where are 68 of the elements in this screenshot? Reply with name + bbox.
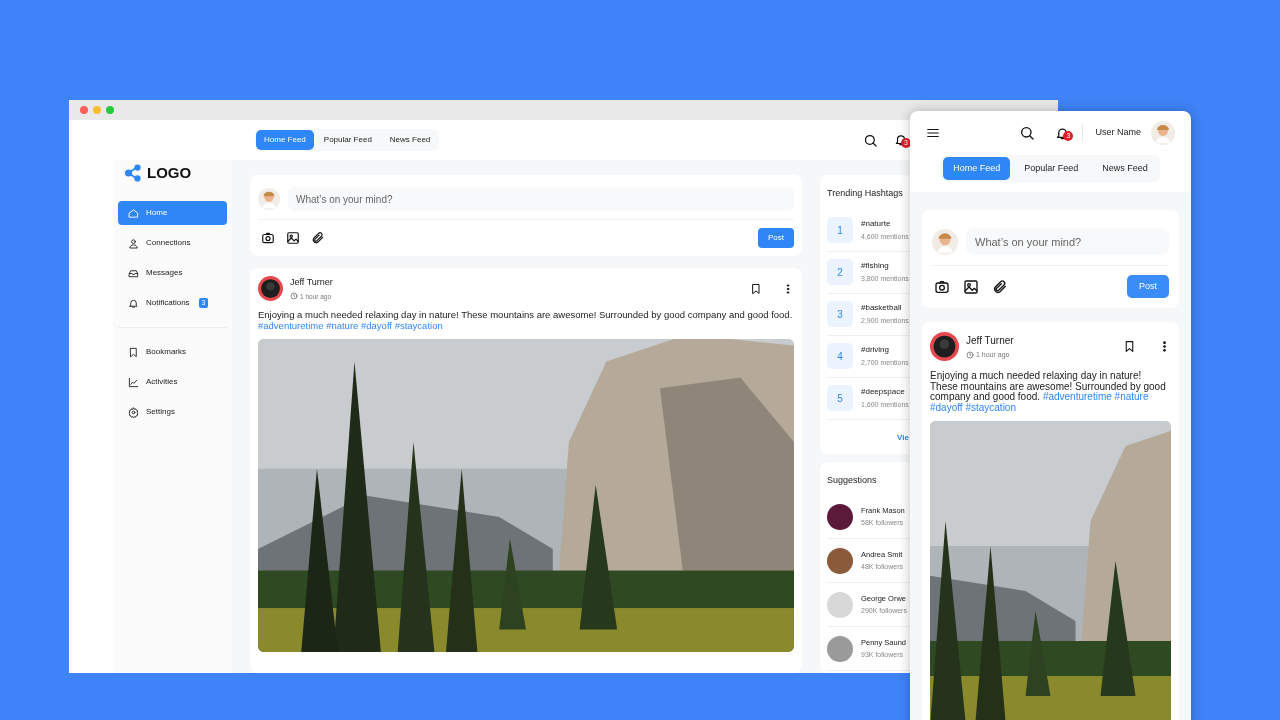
settings-icon (128, 406, 139, 418)
paperclip-icon (992, 278, 1008, 295)
line-chart-icon (128, 376, 139, 388)
rank-badge: 2 (827, 259, 853, 285)
user-name: User Name (1095, 126, 1141, 140)
bookmark-icon (128, 346, 139, 358)
hashtag-link[interactable]: #dayoff (930, 401, 963, 413)
user-avatar (1151, 121, 1175, 145)
rank-badge: 3 (827, 301, 853, 327)
search-icon (1019, 125, 1036, 141)
view-all-link[interactable]: Vie (897, 431, 909, 444)
hashtag-link[interactable]: #dayoff (361, 320, 392, 332)
hashtag-link[interactable]: #nature (1114, 391, 1149, 402)
hashtag-link[interactable]: #adventuretime (1042, 391, 1112, 402)
nav-item[interactable]: Bookmarks (118, 340, 227, 364)
feed-tab[interactable]: News Feed (381, 130, 439, 150)
hashtag-link[interactable]: #naturte (861, 217, 909, 230)
post-button[interactable]: Post (758, 228, 794, 248)
clock-icon (966, 351, 974, 359)
paperclip-icon (311, 231, 325, 245)
image-icon (963, 278, 979, 295)
hashtag-link[interactable]: #nature (326, 320, 359, 332)
logo-text: LOGO (147, 162, 192, 183)
nav-item[interactable]: Home (118, 201, 227, 225)
author-avatar (258, 276, 283, 302)
feed-tab[interactable]: Popular Feed (315, 130, 380, 150)
hashtag-link[interactable]: #staycation (965, 401, 1016, 413)
post-input[interactable]: What’s on your mind? (288, 187, 794, 211)
hashtag-link[interactable]: #driving (861, 343, 909, 356)
post-text: Enjoying a much needed relaxing day in nature! These mountains are awesome! Surrounded by good company and good food. #adventuretime #nature #dayoff #staycation (258, 309, 794, 332)
image-icon (286, 231, 300, 245)
hashtag-link[interactable]: #basketball (861, 301, 909, 314)
camera-icon (261, 231, 275, 245)
clock-icon (290, 292, 298, 301)
post-input[interactable]: What’s on your mind? (966, 228, 1169, 255)
bell-icon (128, 297, 139, 309)
camera-icon (934, 278, 950, 295)
feed-tab[interactable]: News Feed (1092, 157, 1158, 180)
nav-item[interactable]: Activities (118, 370, 227, 394)
bookmark-icon (750, 282, 762, 295)
nav-item[interactable]: Messages (118, 261, 227, 285)
bookmark-icon (1123, 340, 1136, 353)
hashtag-link[interactable]: #fishing (861, 259, 909, 272)
logo-icon (123, 164, 143, 182)
nav-item[interactable]: Settings (118, 400, 227, 424)
rank-badge: 5 (827, 385, 853, 411)
inbox-icon (128, 267, 139, 279)
search-icon (863, 132, 878, 148)
post-text: Enjoying a much needed relaxing day in nature! These mountains are awesome! Surrounded by good company and good food. #adventuretime #nature #dayoff #staycation (930, 371, 1167, 413)
feed-tab[interactable]: Home Feed (256, 130, 314, 150)
feed-tab[interactable]: Home Feed (943, 157, 1011, 180)
rank-badge: 4 (827, 343, 853, 369)
suggestions-title: Suggestions (827, 473, 878, 487)
user-avatar (258, 188, 280, 210)
author-name: Jeff Turner (966, 333, 1014, 348)
author-avatar (930, 332, 959, 361)
hashtag-link[interactable]: #adventuretime (258, 320, 324, 332)
feed-tab[interactable]: Popular Feed (1014, 157, 1089, 180)
trending-title: Trending Hashtags (827, 187, 904, 200)
hashtag-link[interactable]: #staycation (394, 320, 443, 332)
menu-icon (926, 126, 940, 140)
rank-badge: 1 (827, 217, 853, 243)
hashtag-link[interactable]: #deepspace (861, 385, 909, 398)
person-icon (128, 237, 139, 249)
user-avatar (932, 228, 958, 255)
nav-item[interactable]: Connections (118, 231, 227, 255)
author-name: Jeff Turner (290, 276, 333, 289)
home-icon (128, 207, 139, 219)
